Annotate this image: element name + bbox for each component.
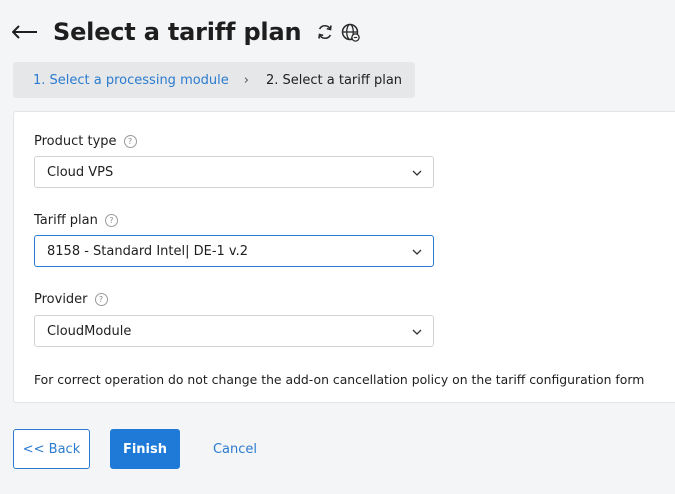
tariff-plan-label-text: Tariff plan (34, 213, 98, 228)
chevron-down-icon (412, 170, 422, 176)
cancel-button[interactable]: Cancel (203, 429, 267, 469)
globe-icon[interactable] (341, 23, 361, 42)
refresh-icon[interactable] (316, 23, 334, 41)
breadcrumb-step-processing-module[interactable]: 1. Select a processing module (33, 73, 229, 88)
breadcrumb: 1. Select a processing module › 2. Selec… (13, 62, 415, 98)
form-panel: Product type ? Cloud VPS Tariff plan ? 8… (13, 111, 675, 403)
provider-label-text: Provider (34, 292, 88, 307)
page-title: Select a tariff plan (53, 18, 302, 46)
help-icon[interactable]: ? (104, 214, 118, 227)
tariff-plan-value: 8158 - Standard Intel| DE-1 v.2 (47, 243, 249, 259)
breadcrumb-step-tariff-plan: 2. Select a tariff plan (265, 72, 403, 88)
product-type-value: Cloud VPS (47, 164, 114, 180)
product-type-select[interactable]: Cloud VPS (34, 156, 434, 188)
tariff-plan-select[interactable]: 8158 - Standard Intel| DE-1 v.2 (34, 235, 434, 267)
provider-value: CloudModule (47, 323, 132, 339)
provider-select[interactable]: CloudModule (34, 315, 434, 347)
finish-button[interactable]: Finish (110, 429, 180, 469)
chevron-down-icon (412, 329, 422, 335)
help-icon[interactable]: ? (123, 135, 137, 148)
product-type-label-text: Product type (34, 134, 117, 149)
arrow-left-icon[interactable] (12, 22, 40, 42)
breadcrumb-separator: › (243, 72, 249, 88)
tariff-plan-label: Tariff plan ? (34, 213, 118, 228)
cancellation-policy-note: For correct operation do not change the … (34, 372, 645, 387)
back-button[interactable]: << Back (13, 429, 90, 469)
help-icon[interactable]: ? (94, 293, 108, 306)
chevron-down-icon (412, 249, 422, 255)
page-header: Select a tariff plan (12, 14, 361, 50)
provider-label: Provider ? (34, 292, 108, 307)
product-type-label: Product type ? (34, 134, 137, 149)
